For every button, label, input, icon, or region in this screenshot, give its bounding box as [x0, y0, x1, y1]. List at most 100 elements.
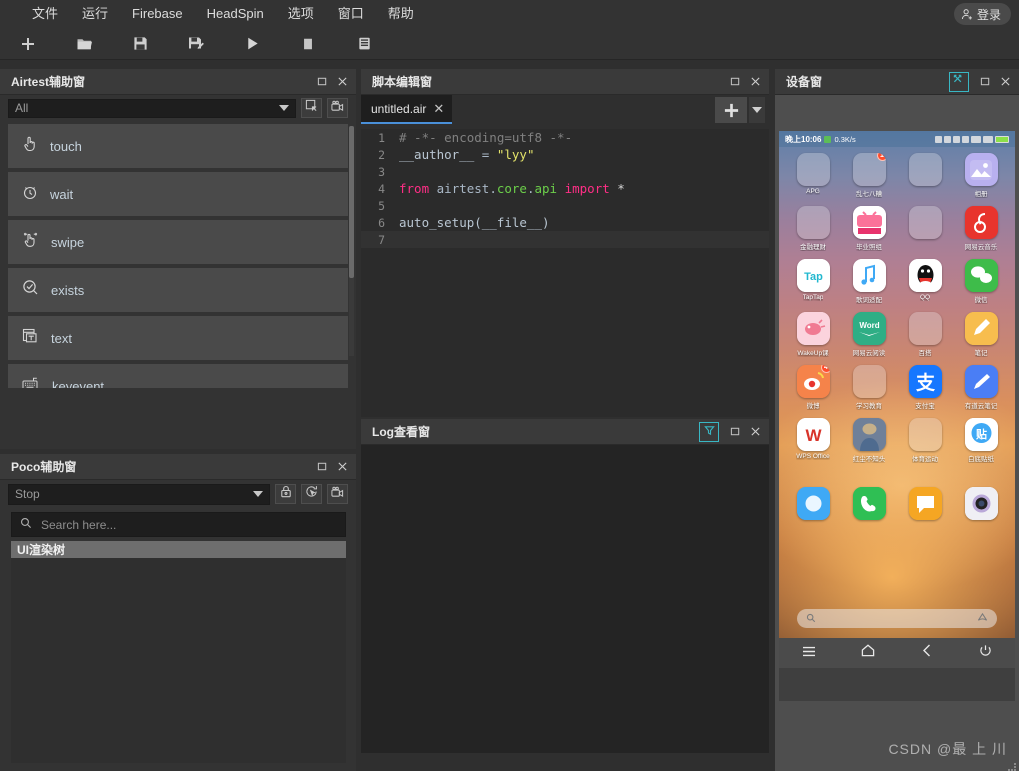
phone-app-cell[interactable]: 红尘不知头: [841, 418, 897, 463]
code-line[interactable]: 4from airtest.core.api import *: [361, 180, 769, 197]
app-icon[interactable]: [965, 259, 998, 292]
new-tab-menu-button[interactable]: [749, 97, 765, 123]
log-close-button[interactable]: [745, 422, 765, 442]
app-folder-icon[interactable]: [909, 206, 942, 239]
airtest-action-swipe[interactable]: swipe: [8, 220, 348, 264]
device-screen-container[interactable]: 晚上10:06 0.3K/s APG1乱七八: [779, 131, 1015, 701]
editor-float-button[interactable]: [725, 72, 745, 92]
phone-app-cell[interactable]: QQ: [897, 259, 953, 304]
phone-app-cell[interactable]: 有道云笔记: [953, 365, 1009, 410]
app-folder-icon[interactable]: [797, 153, 830, 186]
menu-item-headspin[interactable]: HeadSpin: [195, 0, 276, 28]
airtest-close-button[interactable]: [332, 72, 352, 92]
poco-mode-select[interactable]: Stop: [8, 484, 270, 505]
phone-app-cell[interactable]: 体育运动: [897, 418, 953, 463]
phone-app-cell[interactable]: WakeUp课: [785, 312, 841, 357]
phone-app-cell[interactable]: APG: [785, 153, 841, 198]
code-editor[interactable]: 1# -*- encoding=utf8 -*-2__author__ = "l…: [361, 129, 769, 417]
poco-record-button[interactable]: [327, 484, 348, 504]
airtest-action-keyevent[interactable]: keyevent: [8, 364, 348, 388]
run-script-button[interactable]: [224, 29, 280, 59]
code-line[interactable]: 7: [361, 231, 769, 248]
phone-app-cell[interactable]: 金融理财: [785, 206, 841, 251]
phone-app-cell[interactable]: 网易云音乐: [953, 206, 1009, 251]
phone-app-cell[interactable]: [897, 487, 953, 522]
phone-app-cell[interactable]: [785, 487, 841, 522]
voice-assistant-icon[interactable]: [977, 610, 988, 628]
phone-app-grid[interactable]: APG1乱七八糟相册金融理财毕业照组网易云音乐TapTapTap歌词适配QQ微信…: [779, 149, 1015, 526]
log-filter-button[interactable]: [699, 422, 719, 442]
app-icon[interactable]: [909, 487, 942, 520]
code-line[interactable]: 3: [361, 163, 769, 180]
app-icon[interactable]: [797, 487, 830, 520]
editor-tab-untitled[interactable]: untitled.air ✕: [361, 95, 452, 124]
resize-grip[interactable]: [1007, 759, 1017, 769]
app-folder-icon[interactable]: 1: [853, 153, 886, 186]
app-icon[interactable]: [909, 259, 942, 292]
device-tools-button[interactable]: [949, 72, 969, 92]
phone-app-cell[interactable]: [953, 487, 1009, 522]
phone-app-cell[interactable]: WWPS Office: [785, 418, 841, 463]
phone-app-cell[interactable]: 微信: [953, 259, 1009, 304]
new-tab-button[interactable]: [715, 97, 747, 123]
app-folder-icon[interactable]: [853, 365, 886, 398]
device-close-button[interactable]: [995, 72, 1015, 92]
app-folder-icon[interactable]: [909, 153, 942, 186]
airtest-action-touch[interactable]: touch: [8, 124, 348, 168]
view-report-button[interactable]: [336, 29, 392, 59]
log-float-button[interactable]: [725, 422, 745, 442]
stop-script-button[interactable]: [280, 29, 336, 59]
poco-close-button[interactable]: [332, 457, 352, 477]
app-icon[interactable]: Word: [853, 312, 886, 345]
app-icon[interactable]: [797, 312, 830, 345]
editor-close-button[interactable]: [745, 72, 765, 92]
phone-app-cell[interactable]: 毕业照组: [841, 206, 897, 251]
save-as-script-button[interactable]: [168, 29, 224, 59]
app-icon[interactable]: [853, 418, 886, 451]
code-line[interactable]: 6auto_setup(__file__): [361, 214, 769, 231]
phone-app-cell[interactable]: 相册: [953, 153, 1009, 198]
nav-power-button[interactable]: [956, 644, 1015, 662]
airtest-action-list[interactable]: touch wait: [8, 124, 348, 388]
log-output-area[interactable]: [361, 445, 769, 753]
menu-item-firebase[interactable]: Firebase: [120, 0, 195, 28]
app-icon[interactable]: 贴: [965, 418, 998, 451]
app-icon[interactable]: W: [797, 418, 830, 451]
app-icon[interactable]: [965, 153, 998, 186]
airtest-action-wait[interactable]: wait: [8, 172, 348, 216]
app-icon[interactable]: [965, 365, 998, 398]
phone-app-cell[interactable]: 百搭: [897, 312, 953, 357]
menu-item-run[interactable]: 运行: [70, 0, 120, 28]
poco-float-button[interactable]: [312, 457, 332, 477]
nav-back-button[interactable]: [897, 644, 956, 662]
airtest-record-button[interactable]: [327, 98, 348, 118]
menu-item-help[interactable]: 帮助: [376, 0, 426, 28]
phone-app-cell[interactable]: 支支付宝: [897, 365, 953, 410]
app-icon[interactable]: 4: [797, 365, 830, 398]
phone-app-cell[interactable]: 笔记: [953, 312, 1009, 357]
phone-app-cell[interactable]: [897, 206, 953, 251]
phone-search-bar[interactable]: [797, 609, 997, 628]
code-line[interactable]: 5: [361, 197, 769, 214]
phone-app-cell[interactable]: 学习教育: [841, 365, 897, 410]
scrollbar-thumb[interactable]: [349, 126, 354, 278]
phone-app-cell[interactable]: Word网易云阅读: [841, 312, 897, 357]
phone-app-cell[interactable]: 1乱七八糟: [841, 153, 897, 198]
app-folder-icon[interactable]: [909, 312, 942, 345]
code-line[interactable]: 2__author__ = "lyy": [361, 146, 769, 163]
app-icon[interactable]: 支: [909, 365, 942, 398]
app-icon[interactable]: [853, 259, 886, 292]
code-line[interactable]: 1# -*- encoding=utf8 -*-: [361, 129, 769, 146]
airtest-list-scrollbar[interactable]: [349, 126, 354, 356]
menu-item-window[interactable]: 窗口: [326, 0, 376, 28]
app-icon[interactable]: [965, 487, 998, 520]
nav-menu-button[interactable]: [779, 644, 838, 662]
new-script-button[interactable]: [0, 29, 56, 59]
poco-tree-body[interactable]: [11, 558, 346, 763]
app-folder-icon[interactable]: [797, 206, 830, 239]
airtest-snapshot-button[interactable]: [301, 98, 322, 118]
login-button[interactable]: 登录: [954, 3, 1011, 25]
app-icon[interactable]: [965, 312, 998, 345]
airtest-filter-select[interactable]: All: [8, 99, 296, 118]
poco-lock-button[interactable]: [275, 484, 296, 504]
